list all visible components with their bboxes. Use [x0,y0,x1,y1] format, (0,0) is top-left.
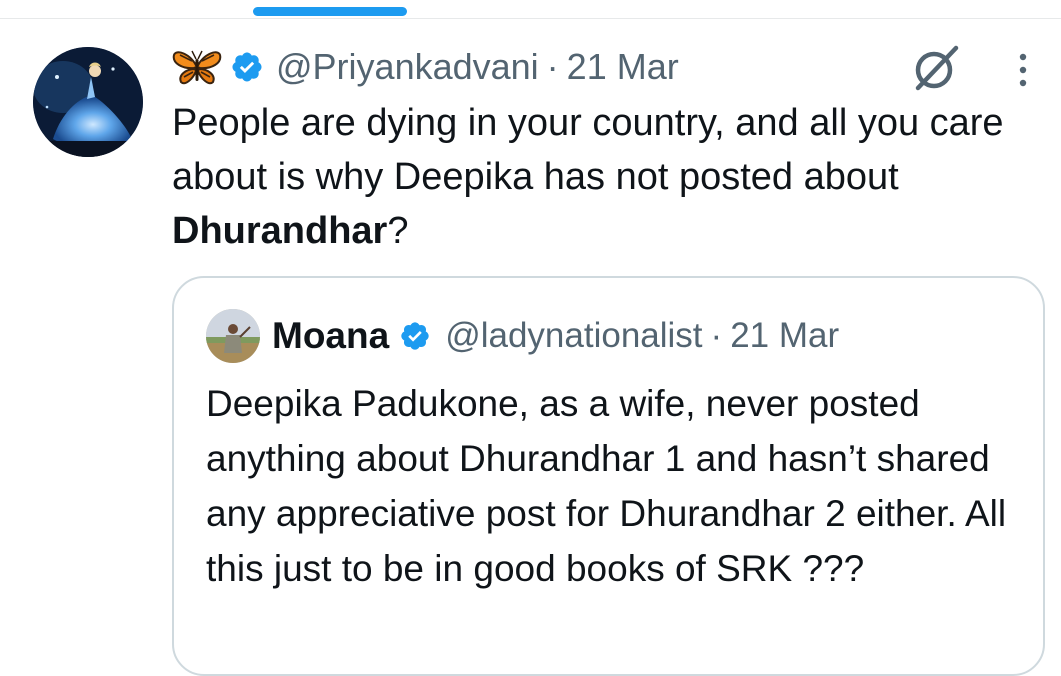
quoted-author-handle[interactable]: @ladynationalist [445,316,702,356]
tweet-header: @Priyankadvani · 21 Mar [172,45,679,89]
verified-badge-icon [232,52,262,82]
butterfly-icon [172,50,222,85]
tab-indicator [253,7,407,16]
quoted-author-name[interactable]: Moana [272,315,389,357]
tweet-date[interactable]: 21 Mar [567,46,679,88]
grok-icon[interactable] [910,42,962,94]
quoted-author-avatar[interactable] [206,309,260,363]
quoted-tweet-date[interactable]: 21 Mar [730,316,839,356]
author-avatar[interactable] [33,47,143,157]
quoted-tweet-text: Deepika Padukone, as a wife, never poste… [206,383,1007,589]
top-divider [0,18,1061,19]
header-separator: · [546,46,559,87]
quoted-tweet-card[interactable]: Moana @ladynationalist · 21 Mar Deepika … [172,276,1045,676]
verified-badge-icon [401,322,429,350]
tweet-text-bold: Dhurandhar [172,210,388,252]
more-options-icon[interactable] [1013,50,1033,90]
author-handle[interactable]: @Priyankadvani [276,46,539,88]
tweet-text: People are dying in your country, and al… [172,96,1032,258]
tweet-text-part: People are dying in your country, and al… [172,102,1004,198]
quoted-tweet-header: Moana @ladynationalist · 21 Mar [206,309,839,363]
tweet-text-end: ? [387,210,409,252]
quoted-header-separator: · [710,316,723,355]
